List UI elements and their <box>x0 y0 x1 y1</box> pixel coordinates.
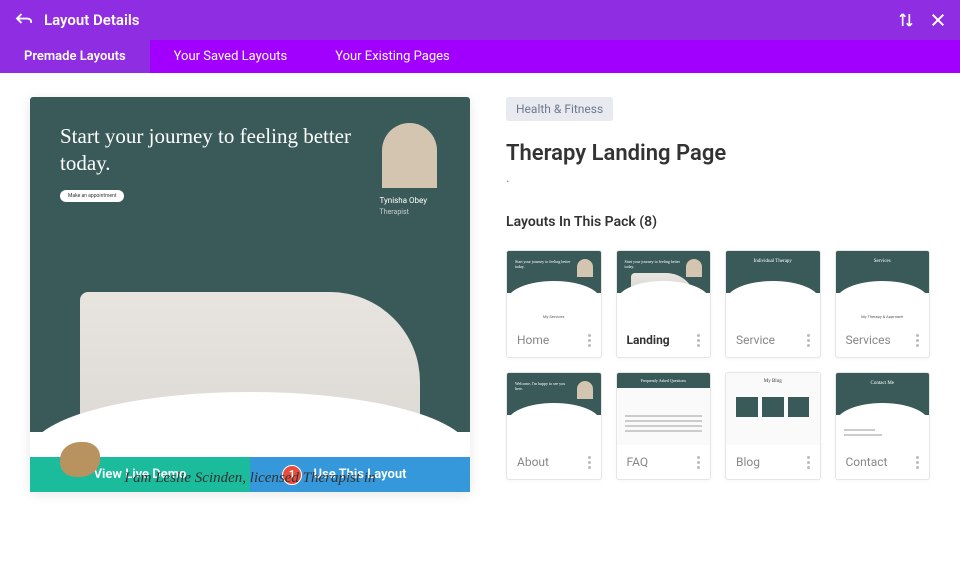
card-label: Services <box>846 333 917 347</box>
layouts-grid: Start your journey to feeling better tod… <box>506 250 930 480</box>
card-label: Blog <box>736 455 807 469</box>
more-icon[interactable] <box>697 456 700 469</box>
card-label: Service <box>736 333 807 347</box>
card-label: FAQ <box>627 455 698 469</box>
pack-title: Layouts In This Pack (8) <box>506 214 930 230</box>
layout-card-contact[interactable]: Contact Me Contact <box>835 372 931 480</box>
subtitle: I am Leslie Scinden, licensed Therapist … <box>30 470 470 487</box>
category-tag[interactable]: Health & Fitness <box>506 97 613 121</box>
more-icon[interactable] <box>588 334 591 347</box>
desc-dot: . <box>506 170 930 186</box>
header-title: Layout Details <box>44 11 898 29</box>
layout-card-blog[interactable]: My Blog Blog <box>725 372 821 480</box>
more-icon[interactable] <box>697 334 700 347</box>
layout-card-about[interactable]: Welcome, I'm happy to see you here. Abou… <box>506 372 602 480</box>
more-icon[interactable] <box>807 334 810 347</box>
card-label: Home <box>517 333 588 347</box>
hero-title: Start your journey to feeling better tod… <box>60 123 360 178</box>
appointment-pill: Make an appointment <box>60 190 124 202</box>
details-column: Health & Fitness Therapy Landing Page . … <box>506 97 930 492</box>
card-label: Contact <box>846 455 917 469</box>
person-photo <box>382 123 437 188</box>
layout-card-landing[interactable]: Start your journey to feeling better tod… <box>616 250 712 358</box>
layout-card-services[interactable]: Services My Therapy & Approach Services <box>835 250 931 358</box>
card-label: Landing <box>627 333 698 347</box>
page-title: Therapy Landing Page <box>506 141 930 166</box>
layout-preview: Start your journey to feeling better tod… <box>30 97 470 492</box>
tab-saved-layouts[interactable]: Your Saved Layouts <box>150 40 312 73</box>
layout-card-service[interactable]: Individual Therapy Service <box>725 250 821 358</box>
more-icon[interactable] <box>916 334 919 347</box>
layout-card-home[interactable]: Start your journey to feeling better tod… <box>506 250 602 358</box>
preview-column: Start your journey to feeling better tod… <box>30 97 470 492</box>
person-role: Therapist <box>380 208 440 216</box>
more-icon[interactable] <box>588 456 591 469</box>
sort-icon[interactable] <box>898 12 914 28</box>
tabs-bar: Premade Layouts Your Saved Layouts Your … <box>0 40 960 73</box>
back-icon[interactable] <box>14 11 32 29</box>
card-label: About <box>517 455 588 469</box>
more-icon[interactable] <box>807 456 810 469</box>
layout-card-faq[interactable]: Frequently Asked Questions FAQ <box>616 372 712 480</box>
tab-premade-layouts[interactable]: Premade Layouts <box>0 40 150 73</box>
more-icon[interactable] <box>916 456 919 469</box>
tab-existing-pages[interactable]: Your Existing Pages <box>311 40 474 73</box>
person-name: Tynisha Obey <box>380 196 440 205</box>
close-icon[interactable] <box>930 12 946 28</box>
